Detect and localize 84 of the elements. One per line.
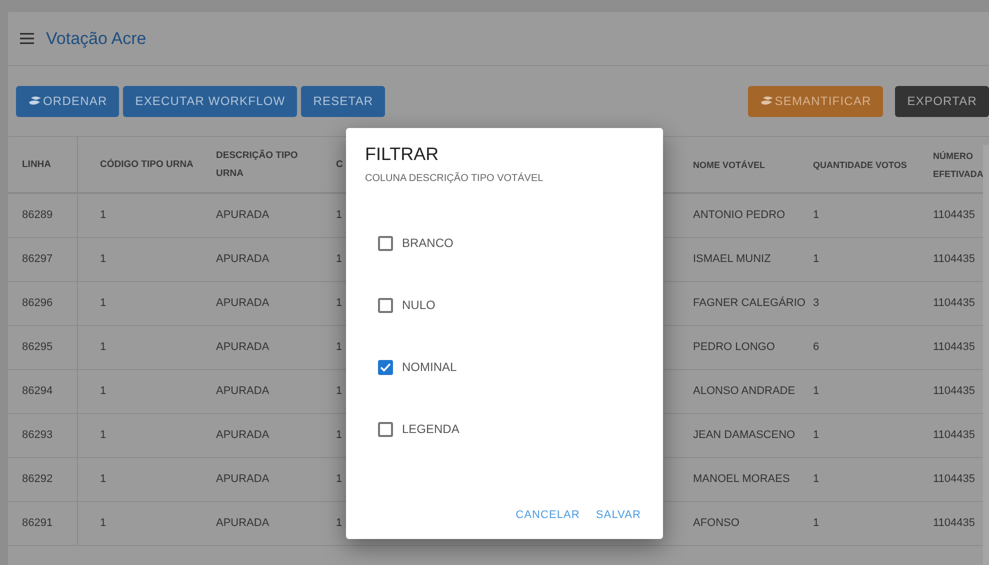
table-cell-text: ALONSO ANDRADE [693, 384, 796, 400]
table-cell-text: 1 [336, 252, 342, 268]
table-cell-text: APURADA [216, 516, 270, 532]
checkbox[interactable] [378, 422, 393, 436]
table-cell-text: APURADA [216, 472, 270, 488]
table-cell-text: 3 [813, 296, 820, 312]
table-cell-text: 1 [336, 296, 342, 312]
checkbox[interactable] [378, 360, 393, 374]
table-cell-text: 1104435 [933, 428, 976, 444]
table-cell-text: APURADA [216, 340, 270, 356]
table-cell-text: FAGNER CALEGÁRIO [693, 296, 806, 312]
dialog-action-button[interactable]: SALVAR [592, 502, 644, 527]
toolbar-button[interactable]: SEMANTIFICAR [748, 86, 884, 117]
table-cell-text: 1104435 [933, 208, 976, 224]
table-cell-text: 1 [100, 252, 106, 268]
column-header[interactable]: QUANTIDADE VOTOS [813, 156, 907, 174]
checkbox[interactable] [378, 298, 393, 312]
table-cell-text: 1 [336, 428, 342, 444]
table-cell-text: ANTONIO PEDRO [693, 208, 786, 224]
toolbar-button[interactable]: EXPORTAR [895, 86, 989, 117]
table-cell-text: 1104435 [933, 384, 976, 400]
table-cell-text: AFONSO [693, 516, 740, 532]
table-cell-text: APURADA [216, 252, 270, 268]
column-header[interactable]: CÓDIGO TIPO URNA [100, 156, 194, 174]
table-cell-text: 86292 [22, 472, 53, 488]
column-header[interactable]: LINHA [22, 156, 52, 174]
column-header[interactable]: DESCRIÇÃO TIPO URNA [216, 146, 318, 182]
dialog-title: FILTRAR [365, 143, 440, 165]
table-cell-text: 1 [100, 296, 106, 312]
table-cell-text: 1 [336, 340, 342, 356]
table-cell-text: 1 [100, 384, 106, 400]
table-cell-text: APURADA [216, 296, 270, 312]
table-cell-text: 1 [813, 472, 820, 488]
toolbar-button[interactable]: ORDENAR [16, 86, 120, 117]
table-cell-text: APURADA [216, 428, 270, 444]
table-cell-text: 1 [813, 516, 820, 532]
table-cell-text: 1 [813, 252, 820, 268]
table-cell-text: 1 [336, 208, 342, 224]
table-cell-text: 1 [813, 208, 820, 224]
table-cell-text: 1104435 [933, 252, 976, 268]
toolbar-button[interactable]: RESETAR [301, 86, 386, 117]
table-cell-text: 1 [100, 340, 106, 356]
table-cell-text: 1104435 [933, 472, 976, 488]
table-cell-text: 1 [813, 428, 820, 444]
table-cell-text: 1 [813, 384, 820, 400]
table-cell-text: 6 [813, 340, 820, 356]
table-cell-text: ISMAEL MUNIZ [693, 252, 771, 268]
table-cell-text: 86293 [22, 428, 53, 444]
table-cell-text: JEAN DAMASCENO [693, 428, 796, 444]
table-cell-text: 86289 [22, 208, 53, 224]
table-cell-text: 1 [336, 384, 342, 400]
checkbox-label: NULO [402, 297, 436, 314]
checkbox[interactable] [378, 236, 393, 250]
dialog-action-button[interactable]: CANCELAR [512, 502, 583, 527]
table-cell-text: 1 [336, 516, 342, 532]
table-cell-text: 1 [336, 472, 342, 488]
checkbox-label: BRANCO [402, 235, 454, 252]
table-cell-text: 1 [100, 472, 106, 488]
menu-icon[interactable] [20, 33, 34, 44]
table-cell-text: PEDRO LONGO [693, 340, 775, 356]
check-icon [380, 362, 391, 372]
checkbox-label: LEGENDA [402, 421, 460, 438]
table-cell-text: 86291 [22, 516, 53, 532]
page-title: Votação Acre [46, 28, 146, 50]
table-cell-text: 86295 [22, 340, 53, 356]
column-header[interactable]: NOME VOTÁVEL [693, 156, 766, 174]
checkbox-label: NOMINAL [402, 359, 457, 376]
table-cell-text: APURADA [216, 384, 270, 400]
column-header[interactable]: NÚMERO EFETIVADA [933, 146, 984, 182]
table-cell-text: 1104435 [933, 516, 976, 532]
table-cell-text: 1104435 [933, 340, 976, 356]
scrollbar[interactable] [983, 145, 989, 565]
column-header[interactable]: C [336, 156, 343, 174]
table-cell-text: 86294 [22, 384, 53, 400]
toolbar-button[interactable]: EXECUTAR WORKFLOW [123, 86, 298, 117]
table-cell-text: MANOEL MORAES [693, 472, 790, 488]
table-cell-text: 86297 [22, 252, 53, 268]
table-cell-text: 1 [100, 208, 106, 224]
table-cell-text: APURADA [216, 208, 270, 224]
table-cell-text: 86296 [22, 296, 53, 312]
table-cell-text: 1 [100, 428, 106, 444]
dialog-subtitle: COLUNA DESCRIÇÃO TIPO VOTÁVEL [365, 171, 544, 186]
table-cell-text: 1 [100, 516, 106, 532]
table-cell-text: 1104435 [933, 296, 976, 312]
